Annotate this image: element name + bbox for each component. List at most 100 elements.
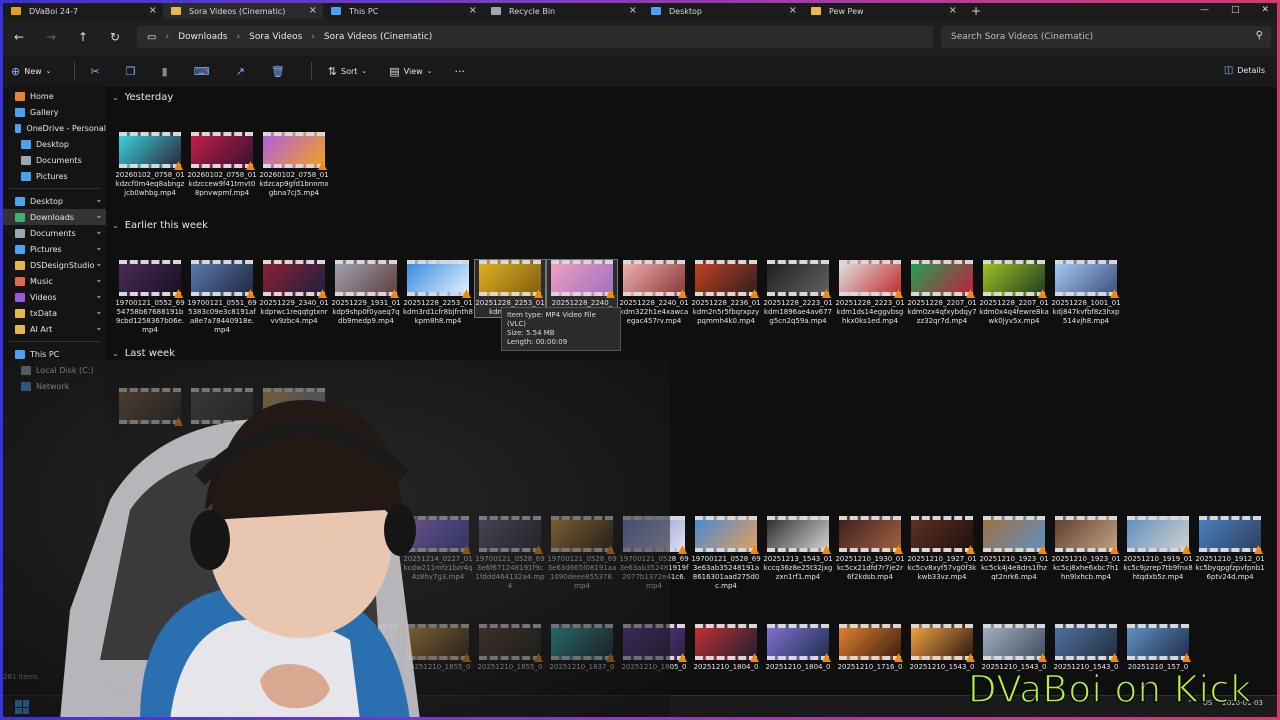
- more-options-button[interactable]: ···: [455, 65, 466, 78]
- sidebar-item-documents[interactable]: Documents: [3, 152, 106, 168]
- file-item[interactable]: 20251228_1001_01kdj847kvfbf8z3hxp514vjh8…: [1051, 260, 1121, 326]
- file-item[interactable]: 20251210_1543_0: [907, 624, 977, 672]
- file-item[interactable]: 20251229_1931_01kdp9shp0f0yaeq7qdb9medp9…: [331, 260, 401, 326]
- back-icon[interactable]: ←: [3, 30, 35, 44]
- close-tab-icon[interactable]: ×: [789, 5, 797, 16]
- tab-4[interactable]: Desktop ×: [643, 3, 803, 19]
- share-button[interactable]: ↗: [236, 65, 249, 78]
- tab-2[interactable]: This PC ×: [323, 3, 483, 19]
- forward-icon[interactable]: →: [35, 30, 67, 44]
- sidebar-item-videos[interactable]: Videos ⌖: [3, 289, 106, 305]
- monitor-icon[interactable]: ▭: [147, 32, 156, 43]
- file-item[interactable]: 19700121_0528_693e6f671248191f9c1fddd464…: [475, 516, 545, 591]
- sidebar-item-pictures[interactable]: Pictures: [3, 168, 106, 184]
- file-item[interactable]: 19700121_0551_695383c09e3c8191afa8e7a784…: [187, 260, 257, 335]
- file-item[interactable]: 20251210_1927_01kc5cv8xyf57vg0f3kkwb33vz…: [907, 516, 977, 582]
- file-item[interactable]: 20251228_2253_01kdm3rd1cfr8bjfnth8kpm8h8…: [403, 260, 473, 326]
- file-item[interactable]: 20251228_2236_01kdm2n5r5fbqrxpzypqmmh4k0…: [691, 260, 761, 326]
- minimize-icon[interactable]: —: [1200, 5, 1209, 15]
- file-item[interactable]: [115, 388, 185, 427]
- rename-button[interactable]: ⌨: [194, 65, 214, 78]
- new-tab-button[interactable]: +: [971, 4, 981, 18]
- file-item[interactable]: 20251210_1855_0: [475, 624, 545, 672]
- tab-5[interactable]: Pew Pew ×: [803, 3, 963, 19]
- sidebar-item-home[interactable]: Home: [3, 88, 106, 104]
- start-icon[interactable]: [15, 700, 29, 714]
- group-header-yesterday[interactable]: ⌄ Yesterday: [112, 92, 173, 103]
- sidebar-item-onedrive-personal[interactable]: OneDrive - Personal: [3, 120, 106, 136]
- sidebar-item-music[interactable]: Music ⌖: [3, 273, 106, 289]
- file-item[interactable]: 20260102_0758_01kdzcf0m4eq8abngzjcb0whbg…: [115, 132, 185, 198]
- paste-button[interactable]: ▮: [162, 65, 172, 78]
- file-item[interactable]: 20260102_0758_01kdzcap9gfd1bnnmxgbna7cj5…: [259, 132, 329, 198]
- file-item[interactable]: 20260102_0758_01kdzccew9f41tmvt08pnvwpmf…: [187, 132, 257, 198]
- close-tab-icon[interactable]: ×: [309, 5, 317, 16]
- file-item[interactable]: 20251228_2207_01kdm0x4q4fewre8kawk0jyv5x…: [979, 260, 1049, 326]
- file-item[interactable]: 20251210_1855_0: [403, 624, 473, 672]
- sort-button[interactable]: ⇅ Sort ⌄: [328, 65, 368, 78]
- file-item[interactable]: 20251213_1543_01kccq36z8e25t32jxgzxn1rf1…: [763, 516, 833, 582]
- group-header-last-week[interactable]: ⌄ Last week: [112, 348, 175, 359]
- file-item[interactable]: 19700121_0552_6954758b67688191b9cbd12583…: [115, 260, 185, 335]
- file-item[interactable]: 20251229_2340_01kdprwc1reqqtgtxnrvv9zbc4…: [259, 260, 329, 326]
- copy-button[interactable]: ❐: [126, 65, 140, 78]
- sidebar-item-desktop[interactable]: Desktop ⌖: [3, 193, 106, 209]
- file-item[interactable]: 19700121_0528_693e63ab35248191a8616301aa…: [691, 516, 761, 591]
- sidebar-item-txdata[interactable]: txData ⌖: [3, 305, 106, 321]
- file-item[interactable]: 20251228_2207_01kdm0zx4qfxybdqy7zz32qr7d…: [907, 260, 977, 326]
- file-item[interactable]: [187, 388, 257, 427]
- maximize-icon[interactable]: □: [1231, 5, 1240, 15]
- tab-3[interactable]: Recycle Bin ×: [483, 3, 643, 19]
- sidebar-item-dsdesignstudio[interactable]: DSDesignStudio ⌖: [3, 257, 106, 273]
- details-button[interactable]: ◫ Details: [1224, 65, 1265, 76]
- file-item[interactable]: 1970...: [259, 388, 329, 436]
- file-item[interactable]: 20251210_1837_0: [547, 624, 617, 672]
- close-tab-icon[interactable]: ×: [949, 5, 957, 16]
- file-item[interactable]: 20251214_0227_01kcdw211mfz1bzr4q4z8hv7g3…: [403, 516, 473, 582]
- file-item[interactable]: 20251210_1930_01kc5cx21dfd7r7je2r6f2kdsb…: [835, 516, 905, 582]
- file-item[interactable]: 20251210_1543_0: [979, 624, 1049, 672]
- delete-button[interactable]: 🗑: [271, 65, 289, 78]
- group-header-earlier-this-week[interactable]: ⌄ Earlier this week: [112, 220, 208, 231]
- file-item[interactable]: 20251210_1923_01kc5ck4j4e8drs1fhzqt2nrk6…: [979, 516, 1049, 582]
- sidebar-item-this-pc[interactable]: This PC: [3, 346, 106, 362]
- file-item[interactable]: 20251228_2223_01kdm1ds14eggvbsghkx0ks1ed…: [835, 260, 905, 326]
- file-item[interactable]: 20251210_1805_0: [619, 624, 689, 672]
- file-item[interactable]: 20251210_1716_0: [835, 624, 905, 672]
- file-item[interactable]: 20251210_157_0: [1123, 624, 1193, 672]
- close-tab-icon[interactable]: ×: [629, 5, 637, 16]
- up-icon[interactable]: ↑: [67, 30, 99, 44]
- sidebar-item-local-disk-c-[interactable]: Local Disk (C:): [3, 362, 106, 378]
- sidebar-item-ai-art[interactable]: AI Art ⌖: [3, 321, 106, 337]
- file-item[interactable]: 20251210_1543_0: [1051, 624, 1121, 672]
- sidebar-item-desktop[interactable]: Desktop: [3, 136, 106, 152]
- close-tab-icon[interactable]: ×: [149, 5, 157, 16]
- tab-1[interactable]: Sora Videos (Cinematic) ×: [163, 3, 323, 19]
- breadcrumb-sora-videos[interactable]: Sora Videos: [249, 32, 302, 42]
- cut-button[interactable]: ✂: [91, 65, 104, 78]
- close-tab-icon[interactable]: ×: [469, 5, 477, 16]
- breadcrumb-downloads[interactable]: Downloads: [178, 32, 227, 42]
- sidebar-item-documents[interactable]: Documents ⌖: [3, 225, 106, 241]
- file-item[interactable]: 20251210_1804_0: [691, 624, 761, 672]
- sidebar-item-network[interactable]: Network: [3, 378, 106, 394]
- sidebar-item-pictures[interactable]: Pictures ⌖: [3, 241, 106, 257]
- file-item[interactable]: 20251228_2223_01kdm1896ae4av677g5cn2q59a…: [763, 260, 833, 326]
- refresh-icon[interactable]: ↻: [99, 30, 131, 44]
- breadcrumb-current[interactable]: Sora Videos (Cinematic): [324, 32, 432, 42]
- file-item[interactable]: 20251228_2240_01kdm322h1e4xawcaegac457rv…: [619, 260, 689, 326]
- file-item[interactable]: 20251210_1912_01kc5byqpgfzpvfpnb16ptv24d…: [1195, 516, 1265, 582]
- sidebar-item-downloads[interactable]: Downloads ⌖: [3, 209, 106, 225]
- file-item[interactable]: 20251210_1919_01kc5c9jzrep7tb9fnx8htqdxb…: [1123, 516, 1193, 582]
- file-item[interactable]: 19700121_0528_693e63ab352481919f2077b137…: [619, 516, 689, 591]
- search-input[interactable]: Search Sora Videos (Cinematic) ⚲: [941, 26, 1271, 48]
- file-item[interactable]: 20251210_1804_0: [763, 624, 833, 672]
- file-item[interactable]: [331, 624, 401, 663]
- file-item[interactable]: 19700121_0528_693e63d665f08191aa1090deee…: [547, 516, 617, 591]
- close-window-icon[interactable]: ✕: [1261, 5, 1269, 15]
- view-button[interactable]: ▤ View ⌄: [389, 65, 432, 78]
- tab-0[interactable]: DVaBoi 24-7 ×: [3, 3, 163, 19]
- new-button[interactable]: ⊕ New ⌄: [11, 65, 52, 78]
- sidebar-item-gallery[interactable]: Gallery: [3, 104, 106, 120]
- file-item[interactable]: 20251210_1923_01kc5cj8xhe6xbc7h1hn9lxhcb…: [1051, 516, 1121, 582]
